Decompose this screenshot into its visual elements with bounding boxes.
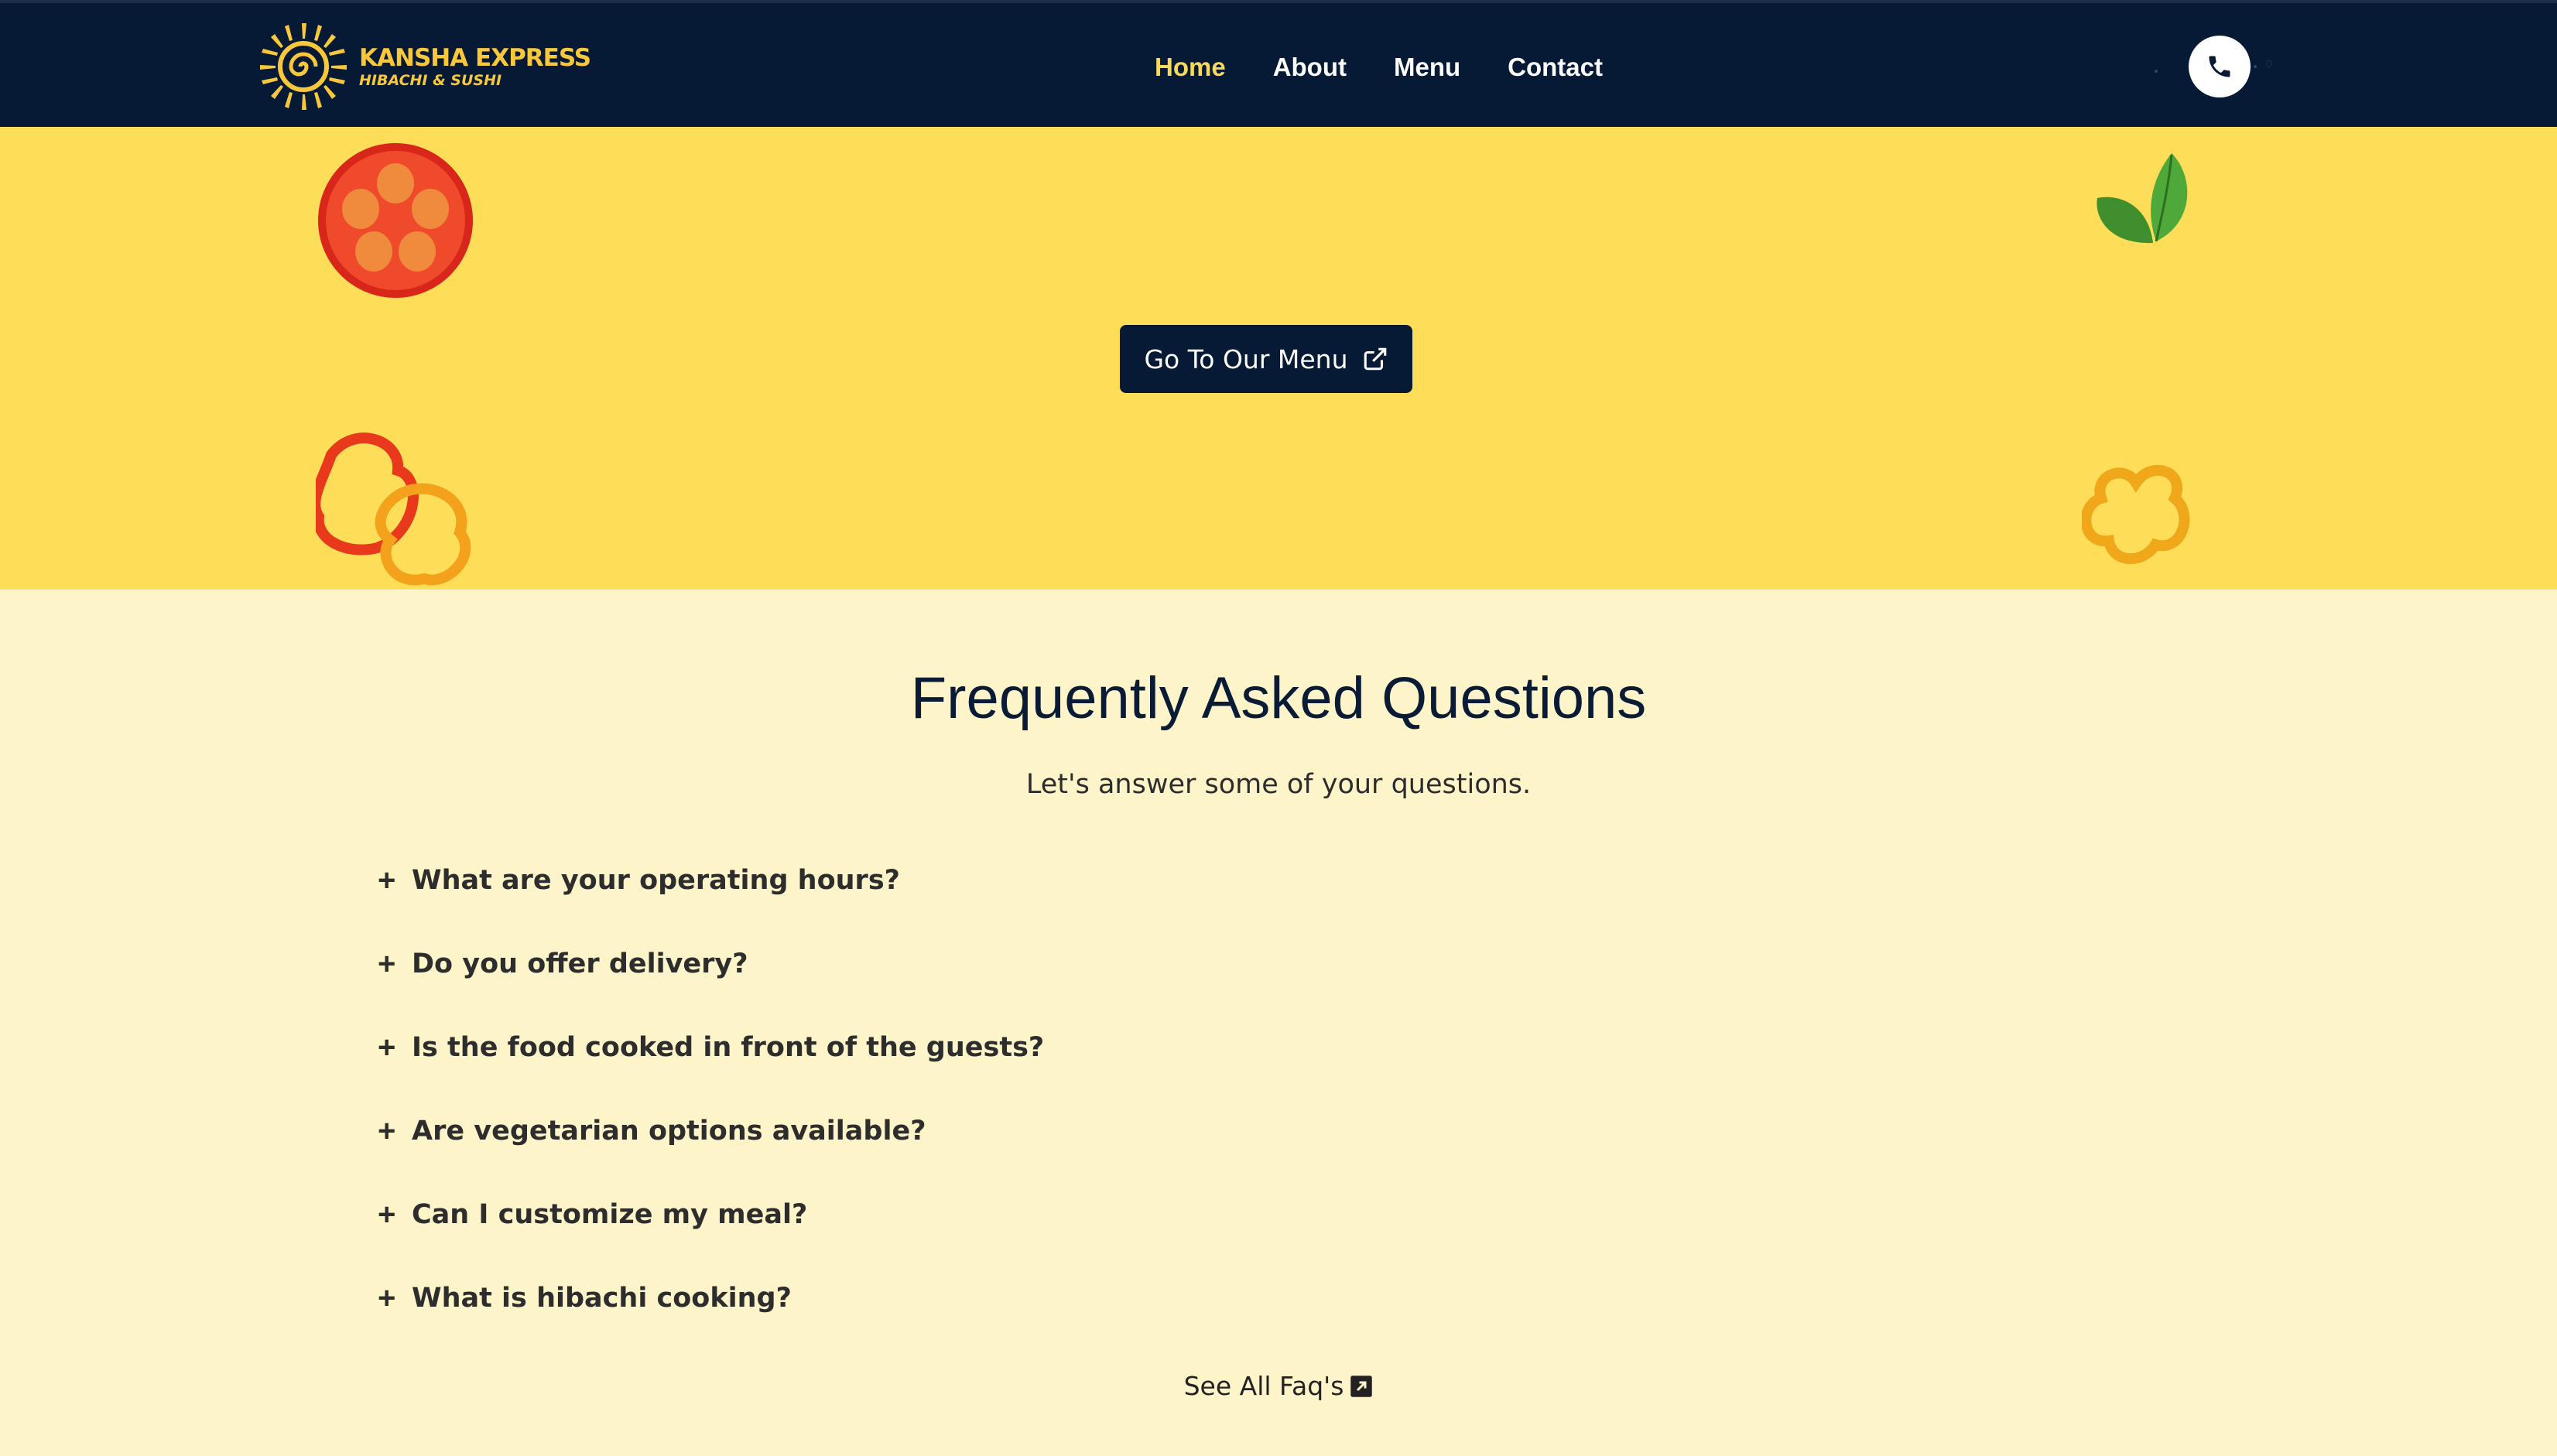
faq-title: Frequently Asked Questions [910,665,1647,731]
top-navigation-bar: KANSHA EXPRESS HIBACHI & SUSHI Home Abou… [0,0,2557,130]
pepper-rings-image [316,432,471,586]
faq-question-text: Can I customize my meal? [412,1199,808,1230]
plus-icon: + [378,863,396,897]
plus-icon: + [378,1030,396,1065]
main-nav: Home About Menu Contact [1155,48,1650,130]
faq-question-text: Is the food cooked in front of the guest… [412,1032,1045,1063]
faq-question-text: What is hibachi cooking? [412,1283,792,1314]
plus-icon: + [378,1198,396,1232]
hero-banner: Go To Our Menu [0,127,2557,590]
go-to-menu-button[interactable]: Go To Our Menu [1120,325,1412,393]
faq-question-operating-hours[interactable]: + What are your operating hours? [378,859,1044,942]
faq-question-cooked-in-front[interactable]: + Is the food cooked in front of the gue… [378,1026,1044,1109]
see-all-faqs-label: See All Faq's [1183,1371,1344,1401]
yellow-pepper-ring-image [2082,465,2190,565]
go-to-menu-label: Go To Our Menu [1144,343,1348,374]
faq-subtitle: Let's answer some of your questions. [1025,769,1532,800]
phone-icon [2209,56,2230,77]
plus-icon: + [378,947,396,981]
faq-question-vegetarian[interactable]: + Are vegetarian options available? [378,1109,1044,1193]
plus-icon: + [378,1281,396,1315]
nav-item-about[interactable]: About [1273,48,1347,87]
brand-tagline: HIBACHI & SUSHI [359,72,502,89]
mint-leaf-image [2097,153,2188,244]
phone-badge: 0 [2266,57,2272,70]
decor-dot [2254,65,2257,68]
faq-question-text: Do you offer delivery? [412,948,748,979]
brand-name: KANSHA EXPRESS [359,44,591,72]
faq-question-hibachi[interactable]: + What is hibachi cooking? [378,1277,1044,1360]
decor-dot [2155,70,2158,73]
faq-list: + What are your operating hours? + Do yo… [378,859,1044,1360]
sun-spiral-logo-icon [260,23,347,110]
phone-contact: 0 [2151,36,2275,97]
plus-icon: + [378,1114,396,1148]
faq-question-customize[interactable]: + Can I customize my meal? [378,1193,1044,1277]
faq-question-text: Are vegetarian options available? [412,1116,926,1147]
arrow-up-right-box-icon [1350,1375,1373,1397]
phone-button[interactable] [2189,36,2251,97]
nav-item-home[interactable]: Home [1155,48,1226,130]
tomato-slice-image [318,143,473,298]
nav-item-contact[interactable]: Contact [1508,48,1603,87]
nav-item-menu[interactable]: Menu [1394,48,1460,87]
faq-question-delivery[interactable]: + Do you offer delivery? [378,942,1044,1026]
brand-logo[interactable]: KANSHA EXPRESS HIBACHI & SUSHI [260,23,591,110]
faq-question-text: What are your operating hours? [412,865,900,896]
see-all-faqs-link[interactable]: See All Faq's [0,1371,2557,1401]
external-link-icon [1364,347,1386,371]
